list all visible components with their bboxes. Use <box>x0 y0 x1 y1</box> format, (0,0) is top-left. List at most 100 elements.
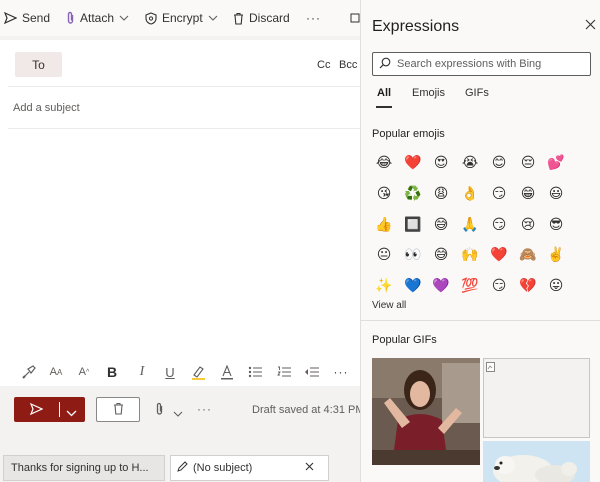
emoji-button[interactable]: 😔 <box>520 155 536 171</box>
emoji-button[interactable]: 👌 <box>461 186 478 202</box>
emoji-button[interactable]: 😘 <box>376 186 392 202</box>
decrease-indent-icon[interactable] <box>304 364 320 380</box>
tab-emojis[interactable]: Emojis <box>412 87 445 99</box>
emoji-button[interactable]: ❤️ <box>490 247 507 263</box>
encrypt-button[interactable]: Encrypt <box>145 10 218 26</box>
send-toolbar-button[interactable]: Send <box>4 10 50 26</box>
emoji-button[interactable]: 😭 <box>462 155 478 171</box>
font-size-icon[interactable]: AA <box>48 364 64 380</box>
emoji-button[interactable]: 😏 <box>491 217 507 233</box>
emoji-button[interactable]: ♻️ <box>404 186 421 202</box>
gif-thumbnail-placeholder[interactable] <box>483 358 590 438</box>
encrypt-label: Encrypt <box>162 11 203 25</box>
emoji-button[interactable]: ✨ <box>375 278 392 294</box>
emoji-button[interactable]: 😢 <box>520 217 536 233</box>
emoji-button[interactable]: 💕 <box>547 155 564 171</box>
to-label: To <box>32 57 45 72</box>
send-divider <box>59 402 60 417</box>
panel-divider <box>360 320 600 321</box>
emoji-button[interactable]: 😅 <box>433 217 449 233</box>
highlight-icon[interactable] <box>190 364 206 380</box>
attach-bottom-button[interactable] <box>155 402 164 419</box>
emoji-button[interactable]: 😛 <box>548 278 564 294</box>
emoji-button[interactable]: 😊 <box>491 155 507 171</box>
cc-button[interactable]: Cc <box>317 59 330 71</box>
subject-input[interactable]: Add a subject <box>13 102 80 114</box>
paperclip-icon <box>66 11 75 25</box>
font-grow-icon[interactable]: A ^ <box>76 364 92 380</box>
emoji-button[interactable]: 💜 <box>432 278 449 294</box>
tab-draft-thanks[interactable]: Thanks for signing up to H... <box>3 455 165 481</box>
tab-label: (No subject) <box>193 462 253 474</box>
bcc-button[interactable]: Bcc <box>339 59 357 71</box>
send-icon <box>4 12 17 24</box>
search-placeholder: Search expressions with Bing <box>397 58 542 70</box>
close-icon[interactable] <box>305 462 314 474</box>
chevron-down-icon[interactable] <box>173 406 183 420</box>
broken-image-icon <box>486 361 495 375</box>
subject-divider <box>8 128 360 129</box>
tab-gifs[interactable]: GIFs <box>465 87 489 99</box>
pencil-icon <box>177 461 188 475</box>
emoji-button[interactable]: 😅 <box>433 247 449 263</box>
italic-icon[interactable]: I <box>134 364 150 380</box>
emoji-button[interactable]: 😎 <box>548 217 564 233</box>
message-body[interactable] <box>8 135 358 350</box>
tab-no-subject[interactable]: (No subject) <box>170 455 329 481</box>
numbering-icon[interactable] <box>276 364 292 380</box>
send-icon <box>29 402 44 418</box>
emoji-button[interactable]: 😏 <box>491 278 507 294</box>
emoji-button[interactable]: 🙏 <box>461 217 478 233</box>
more-format-button[interactable]: ··· <box>333 364 349 380</box>
emoji-button[interactable]: ✌️ <box>547 247 564 263</box>
tab-all[interactable]: All <box>377 87 391 99</box>
emoji-button[interactable]: 🙈 <box>519 247 536 263</box>
emoji-button[interactable]: 😁 <box>520 186 536 202</box>
popout-button[interactable] <box>350 10 360 26</box>
discard-draft-button[interactable] <box>96 397 140 422</box>
format-painter-icon[interactable] <box>21 364 37 380</box>
emoji-button[interactable]: 💯 <box>461 278 478 294</box>
bold-icon[interactable]: B <box>104 364 120 380</box>
more-label: ··· <box>306 11 321 25</box>
more-options-button[interactable]: ··· <box>197 402 212 416</box>
trash-icon <box>113 402 124 418</box>
expressions-title: Expressions <box>372 18 460 35</box>
attach-button[interactable]: Attach <box>66 10 129 26</box>
emoji-button[interactable]: 👀 <box>404 247 421 263</box>
bullets-icon[interactable] <box>247 364 263 380</box>
emoji-button[interactable]: 💙 <box>404 278 421 294</box>
close-panel-button[interactable] <box>585 19 596 33</box>
popout-icon <box>350 13 360 23</box>
shield-icon <box>145 11 157 25</box>
emoji-button[interactable]: 😍 <box>433 155 449 171</box>
command-toolbar: Send Attach Encrypt Discard ··· <box>0 0 360 36</box>
recipient-divider <box>8 86 360 87</box>
send-button[interactable] <box>14 397 85 422</box>
emoji-button[interactable]: 😃 <box>548 186 564 202</box>
discard-button[interactable]: Discard <box>233 10 290 26</box>
emoji-button[interactable]: 👍 <box>375 217 392 233</box>
emoji-button[interactable]: 😐 <box>376 247 392 263</box>
to-button[interactable]: To <box>15 52 62 77</box>
more-actions-button[interactable]: ··· <box>306 10 321 26</box>
gif-thumbnail[interactable] <box>483 441 590 482</box>
draft-status: Draft saved at 4:31 PM <box>252 404 360 416</box>
emoji-button[interactable]: 😩 <box>433 186 449 202</box>
underline-icon[interactable]: U <box>162 364 178 380</box>
chevron-down-icon <box>119 15 129 21</box>
send-label: Send <box>22 11 51 25</box>
chevron-down-icon[interactable] <box>66 406 77 420</box>
emoji-button[interactable]: ❤️ <box>404 155 421 171</box>
gif-thumbnail[interactable] <box>372 358 480 465</box>
emoji-button[interactable]: 🙌 <box>461 247 478 263</box>
emoji-button[interactable]: 🔲 <box>404 217 421 233</box>
font-color-icon[interactable] <box>219 364 235 380</box>
emoji-button[interactable]: 😏 <box>491 186 507 202</box>
emoji-button[interactable]: 💔 <box>519 278 536 294</box>
close-icon <box>585 19 596 33</box>
view-all-link[interactable]: View all <box>372 300 406 311</box>
expression-search-input[interactable]: Search expressions with Bing <box>372 52 591 76</box>
emoji-button[interactable]: 😂 <box>376 155 392 171</box>
tab-label: Thanks for signing up to H... <box>11 462 149 474</box>
